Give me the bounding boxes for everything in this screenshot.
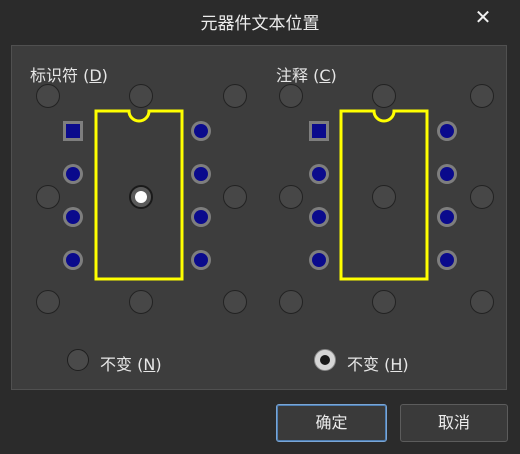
- comment-pos-top-left[interactable]: [279, 84, 303, 108]
- ok-button[interactable]: 确定: [276, 404, 387, 442]
- comment-pin-3: [309, 207, 329, 227]
- designator-pin-2: [63, 164, 83, 184]
- dialog-title: 元器件文本位置: [200, 14, 320, 34]
- designator-pin-8: [191, 121, 211, 141]
- designator-pin-7: [191, 164, 211, 184]
- comment-unchanged-radio[interactable]: [314, 349, 336, 371]
- comment-pin-6: [437, 207, 457, 227]
- comment-pin-1: [309, 121, 329, 141]
- comment-pos-middle-right[interactable]: [470, 185, 494, 209]
- designator-pos-bottom-right[interactable]: [223, 290, 247, 314]
- designator-unchanged-label[interactable]: 不变 (N): [100, 351, 162, 375]
- designator-pin-1: [63, 121, 83, 141]
- designator-pin-3: [63, 207, 83, 227]
- comment-pos-top-center[interactable]: [372, 84, 396, 108]
- designator-pos-bottom-left[interactable]: [36, 290, 60, 314]
- designator-unchanged-radio[interactable]: [67, 349, 89, 371]
- designator-label: 标识符 (D): [30, 66, 108, 85]
- comment-pos-bottom-right[interactable]: [470, 290, 494, 314]
- close-icon[interactable]: ✕: [470, 4, 496, 30]
- comment-pin-4: [309, 250, 329, 270]
- designator-pin-6: [191, 207, 211, 227]
- comment-pos-bottom-center[interactable]: [372, 290, 396, 314]
- comment-pin-8: [437, 121, 457, 141]
- comment-pin-2: [309, 164, 329, 184]
- position-panel: 标识符 (D) 不变 (N) 注释 (C) 不变 (H): [11, 45, 507, 390]
- comment-pos-top-right[interactable]: [470, 84, 494, 108]
- comment-chip-outline: [339, 109, 429, 281]
- cancel-button[interactable]: 取消: [400, 404, 508, 442]
- comment-unchanged-label[interactable]: 不变 (H): [347, 351, 409, 375]
- comment-pos-middle-left[interactable]: [279, 185, 303, 209]
- designator-pos-middle-right[interactable]: [223, 185, 247, 209]
- comment-pos-bottom-left[interactable]: [279, 290, 303, 314]
- designator-pos-bottom-center[interactable]: [129, 290, 153, 314]
- designator-pin-5: [191, 250, 211, 270]
- designator-pos-top-center[interactable]: [129, 84, 153, 108]
- designator-pin-4: [63, 250, 83, 270]
- title-bar: 元器件文本位置 ✕: [0, 0, 520, 40]
- designator-pos-top-right[interactable]: [223, 84, 247, 108]
- comment-pin-5: [437, 250, 457, 270]
- designator-chip-outline: [94, 109, 184, 281]
- comment-pin-7: [437, 164, 457, 184]
- designator-pos-top-left[interactable]: [36, 84, 60, 108]
- designator-pos-middle-left[interactable]: [36, 185, 60, 209]
- comment-label: 注释 (C): [276, 66, 337, 85]
